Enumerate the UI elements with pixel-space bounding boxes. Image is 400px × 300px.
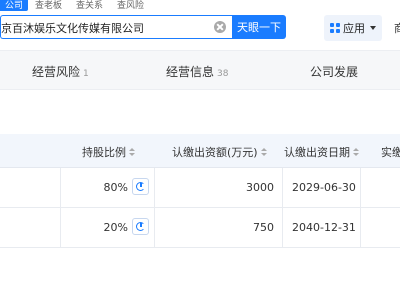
tab-relation[interactable]: 查关系 [69,0,110,11]
table-header: 持股比例 认缴出资额(万元) 认缴出资日期 实缴 [0,134,400,168]
tab-boss[interactable]: 查老板 [28,0,69,11]
subscribed-date-cell: 2040-12-31 [292,221,356,234]
tab-company[interactable]: 公司 [0,0,29,11]
column-header-label: 认缴出资日期 [284,146,350,159]
section-nav: 经营风险 1 经营信息 38 公司发展 [0,50,400,90]
column-header-subscribed-date[interactable]: 认缴出资日期 [284,144,359,160]
equity-chart-icon[interactable] [132,218,149,235]
sort-icon[interactable] [260,148,267,157]
search-query-text: 京百沐娱乐文化传媒有限公司 [1,22,144,35]
search-type-tabs: 公司 查老板 查关系 查风险 [0,0,151,11]
equity-chart-icon[interactable] [132,178,149,195]
subscribed-amount-cell: 3000 [246,181,274,194]
column-divider [60,168,61,207]
nav-item-label: 经营信息 [166,65,215,79]
chevron-down-icon [370,26,376,30]
column-divider [360,168,361,207]
nav-item-count: 38 [217,69,229,79]
sort-icon[interactable] [129,148,135,157]
share-ratio-cell: 80% [103,181,128,194]
nav-item-business-info[interactable]: 经营信息 38 [166,63,228,80]
clear-icon[interactable] [214,21,226,33]
apps-grid-icon [330,23,340,33]
column-divider [282,168,283,207]
tab-risk[interactable]: 查风险 [110,0,151,11]
search-input[interactable]: 京百沐娱乐文化传媒有限公司 [0,15,232,39]
column-divider [60,208,61,247]
nav-item-label: 公司发展 [310,65,359,79]
table-row: 80% 3000 2029-06-30 [0,168,400,208]
column-divider [282,208,283,247]
column-header-label: 持股比例 [82,146,126,159]
column-header-paid-in: 实缴 [381,146,400,159]
share-ratio-cell: 20% [103,221,128,234]
search-button[interactable]: 天眼一下 [232,15,286,39]
subscribed-date-cell: 2029-06-30 [292,181,356,194]
nav-item-company-development[interactable]: 公司发展 [310,63,358,80]
nav-item-label: 经营风险 [32,65,81,79]
apps-label: 应用 [343,22,365,35]
column-header-label: 认缴出资额(万元) [172,146,258,159]
apps-menu-button[interactable]: 应用 [324,15,382,41]
column-divider [154,208,155,247]
column-header-subscribed-amount[interactable]: 认缴出资额(万元) [172,144,267,160]
nav-item-count: 1 [83,69,89,79]
column-divider [154,168,155,207]
top-header: 公司 查老板 查关系 查风险 京百沐娱乐文化传媒有限公司 天眼一下 应用 商 [0,0,400,42]
column-divider [360,208,361,247]
subscribed-amount-cell: 750 [253,221,274,234]
header-cutoff-text[interactable]: 商 [394,20,400,36]
sort-icon[interactable] [353,148,359,157]
table-row: 20% 750 2040-12-31 [0,208,400,248]
column-header-share-ratio[interactable]: 持股比例 [82,144,135,160]
nav-item-business-risk[interactable]: 经营风险 1 [32,63,89,80]
